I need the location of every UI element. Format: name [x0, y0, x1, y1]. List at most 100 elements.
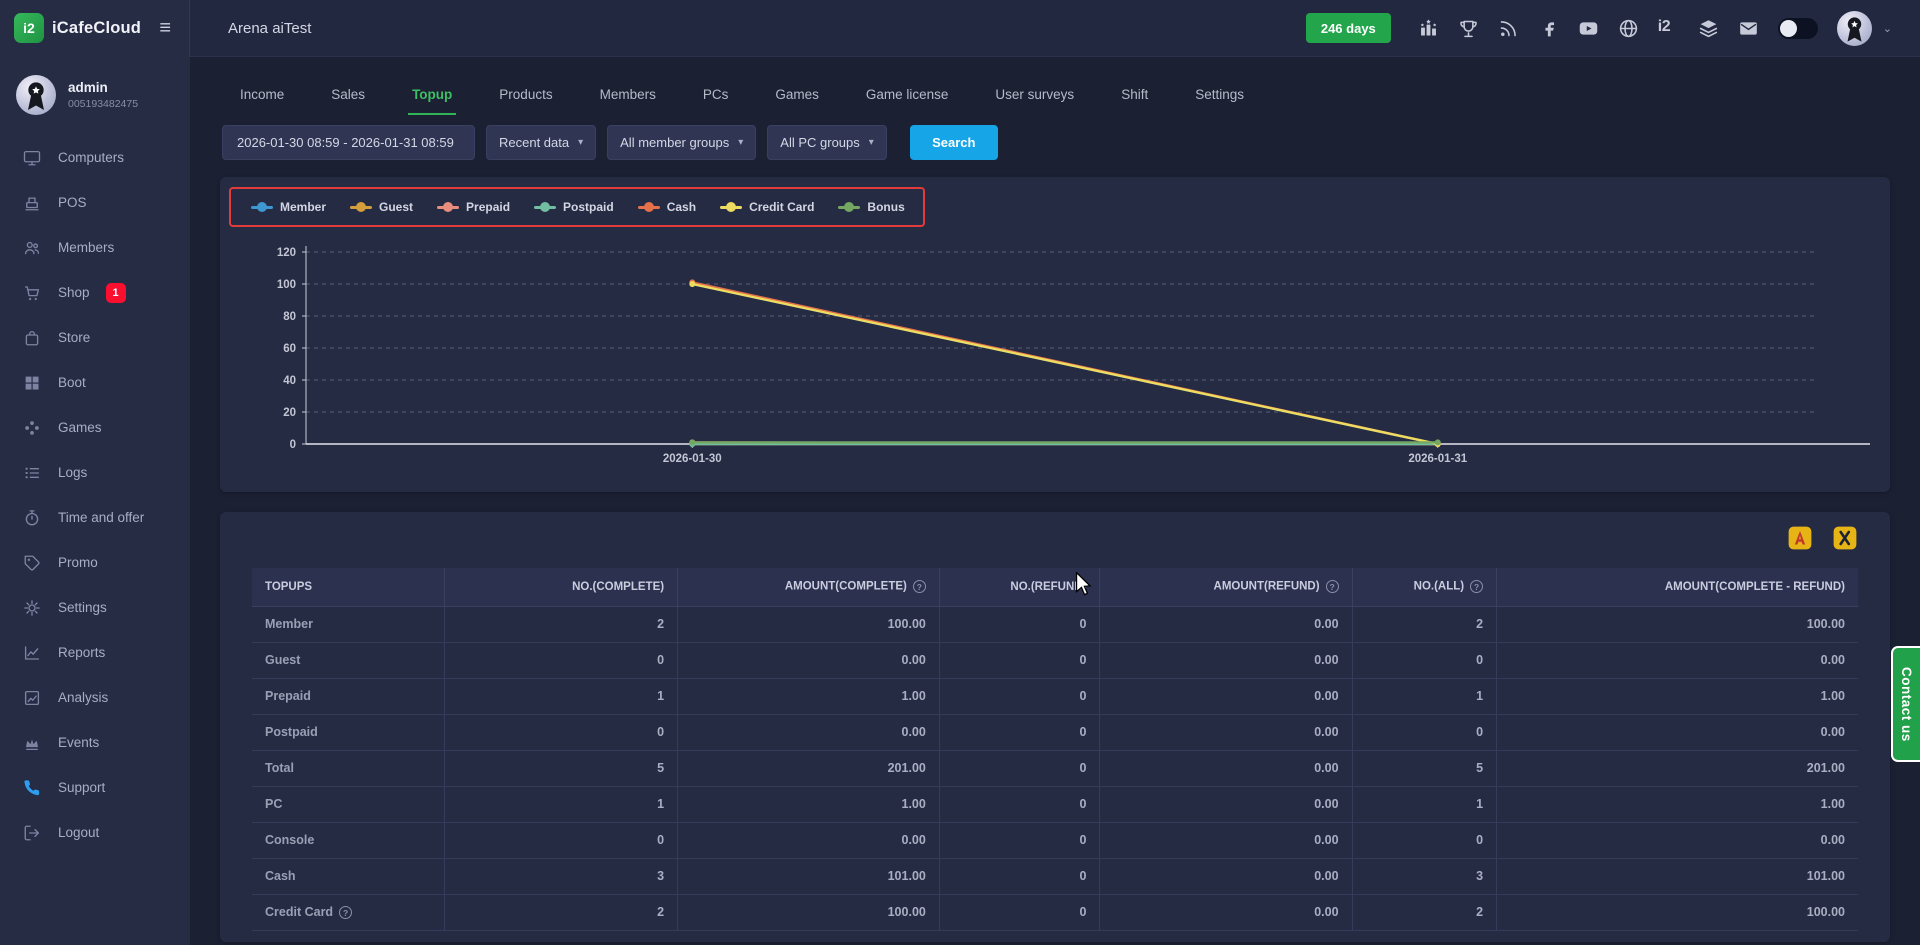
- legend-item-member[interactable]: Member: [251, 200, 326, 214]
- tab-pcs[interactable]: PCs: [703, 87, 729, 115]
- brand-logo[interactable]: i2 iCafeCloud: [14, 13, 141, 43]
- ranking-icon[interactable]: [1418, 18, 1439, 39]
- svg-text:100: 100: [277, 279, 296, 291]
- sidebar-item-logs[interactable]: Logs: [0, 450, 190, 495]
- trophy-icon[interactable]: [1458, 18, 1479, 39]
- data-period-select[interactable]: Recent data ▾: [486, 125, 597, 160]
- tab-products[interactable]: Products: [499, 87, 552, 115]
- sidebar-item-logout[interactable]: Logout: [0, 810, 190, 855]
- value-cell: 100.00: [1496, 893, 1858, 931]
- sidebar-item-time-and-offer[interactable]: Time and offer: [0, 495, 190, 540]
- sidebar-item-support[interactable]: Support: [0, 765, 190, 810]
- info-icon[interactable]: ?: [339, 906, 353, 920]
- select-chevron-icon: ▾: [738, 137, 744, 148]
- facebook-icon[interactable]: [1538, 18, 1559, 39]
- legend-marker-icon: [251, 202, 273, 212]
- table-card: TOPUPS NO.(COMPLETE) AMOUNT(COMPLETE)? NO.(…: [220, 512, 1890, 942]
- value-cell: 0.00: [1099, 749, 1353, 787]
- legend-item-prepaid[interactable]: Prepaid: [437, 200, 510, 214]
- tab-income[interactable]: Income: [240, 87, 284, 115]
- hamburger-menu-icon[interactable]: ≡: [159, 18, 171, 38]
- legend-label: Prepaid: [466, 200, 511, 214]
- icafecloud-logo-icon: i2: [14, 13, 44, 43]
- topbar-actions: 246 days i2 ⌄: [1305, 10, 1920, 46]
- info-icon[interactable]: ?: [1325, 580, 1339, 594]
- sidebar-item-games[interactable]: Games: [0, 405, 190, 450]
- youtube-icon[interactable]: [1578, 18, 1599, 39]
- sidebar-item-promo[interactable]: Promo: [0, 540, 190, 585]
- value-cell: 201.00: [677, 749, 940, 787]
- layers-icon[interactable]: [1698, 18, 1719, 39]
- sidebar-item-boot[interactable]: Boot: [0, 360, 190, 405]
- mail-icon[interactable]: [1738, 18, 1759, 39]
- legend-item-cash[interactable]: Cash: [637, 200, 696, 214]
- tab-games[interactable]: Games: [775, 87, 819, 115]
- filter-bar: 2026-01-30 08:59 - 2026-01-31 08:59 Rece…: [190, 115, 1920, 160]
- legend-item-credit-card[interactable]: Credit Card: [720, 200, 814, 214]
- sidebar-item-settings[interactable]: Settings: [0, 585, 190, 630]
- sidebar-item-label: Time and offer: [58, 510, 145, 525]
- sidebar-item-shop[interactable]: Shop 1: [0, 270, 190, 315]
- excel-export-button[interactable]: [1832, 525, 1858, 551]
- value-cell: 0: [1351, 821, 1498, 859]
- monitor-icon: [23, 149, 41, 167]
- tab-members[interactable]: Members: [600, 87, 656, 115]
- value-cell: 0.00: [1099, 893, 1353, 931]
- sidebar-item-members[interactable]: Members: [0, 225, 190, 270]
- search-button[interactable]: Search: [909, 125, 998, 160]
- chevron-down-icon[interactable]: ⌄: [1883, 22, 1892, 35]
- tab-game-license[interactable]: Game license: [866, 87, 949, 115]
- value-cell: 0: [938, 785, 1101, 823]
- tab-sales[interactable]: Sales: [331, 87, 365, 115]
- member-group-select[interactable]: All member groups ▾: [607, 125, 757, 160]
- license-days-badge[interactable]: 246 days: [1305, 13, 1391, 43]
- info-icon[interactable]: ?: [912, 580, 926, 594]
- pdf-export-button[interactable]: [1787, 525, 1813, 551]
- icafecloud-icon[interactable]: i2: [1658, 18, 1679, 39]
- value-cell: 0.00: [1496, 821, 1858, 859]
- legend-marker-icon: [350, 202, 373, 212]
- tab-shift[interactable]: Shift: [1121, 87, 1148, 115]
- column-header-label: NO.(ALL): [1413, 580, 1465, 593]
- value-cell: 0: [444, 713, 679, 751]
- theme-toggle[interactable]: [1777, 17, 1818, 39]
- sidebar-item-events[interactable]: Events: [0, 720, 190, 765]
- sidebar-item-analysis[interactable]: Analysis: [0, 675, 190, 720]
- column-header-topups: TOPUPS: [252, 568, 446, 607]
- value-cell: 1: [1351, 785, 1498, 823]
- select-chevron-icon: ▾: [578, 137, 584, 148]
- tab-topup[interactable]: Topup: [408, 87, 457, 115]
- globe-icon[interactable]: [1618, 18, 1639, 39]
- sidebar-item-pos[interactable]: POS: [0, 180, 190, 225]
- table-row-total: Total 5 201.00 0 0.00 5 201.00: [252, 749, 1858, 787]
- row-label-cell: Prepaid: [252, 677, 446, 715]
- value-cell: 101.00: [677, 857, 940, 895]
- table-row-postpaid: Postpaid 0 0.00 0 0.00 0 0.00: [252, 713, 1858, 751]
- info-icon[interactable]: ?: [1470, 580, 1484, 594]
- legend-item-guest[interactable]: Guest: [350, 200, 413, 214]
- date-range-input[interactable]: 2026-01-30 08:59 - 2026-01-31 08:59: [222, 125, 475, 160]
- legend-item-postpaid[interactable]: Postpaid: [534, 200, 614, 214]
- rss-icon[interactable]: [1498, 18, 1519, 39]
- contact-us-button[interactable]: Contact us: [1891, 646, 1920, 762]
- windows-icon: [23, 374, 41, 392]
- column-header-label: TOPUPS: [265, 580, 313, 593]
- value-cell: 0.00: [1099, 641, 1353, 679]
- user-avatar[interactable]: [1836, 10, 1872, 46]
- sidebar-item-reports[interactable]: Reports: [0, 630, 190, 675]
- value-cell: 2: [444, 893, 679, 931]
- sidebar-item-computers[interactable]: Computers: [0, 135, 190, 180]
- column-header-label: AMOUNT(REFUND): [1213, 580, 1320, 593]
- value-cell: 0: [1351, 641, 1498, 679]
- row-label: Member: [265, 617, 313, 631]
- tab-user-surveys[interactable]: User surveys: [995, 87, 1074, 115]
- sidebar-menu: Computers POS Members Shop 1 Store Boot Games Lo…: [0, 135, 190, 855]
- logout-icon: [23, 824, 41, 842]
- legend-item-bonus[interactable]: Bonus: [838, 200, 905, 214]
- sidebar-item-store[interactable]: Store: [0, 315, 190, 360]
- tab-settings[interactable]: Settings: [1195, 87, 1244, 115]
- pc-group-select[interactable]: All PC groups ▾: [767, 125, 887, 160]
- value-cell: 0: [938, 677, 1101, 715]
- sidebar-user-block[interactable]: admin 005193482475: [0, 57, 190, 129]
- row-label: Guest: [265, 653, 301, 667]
